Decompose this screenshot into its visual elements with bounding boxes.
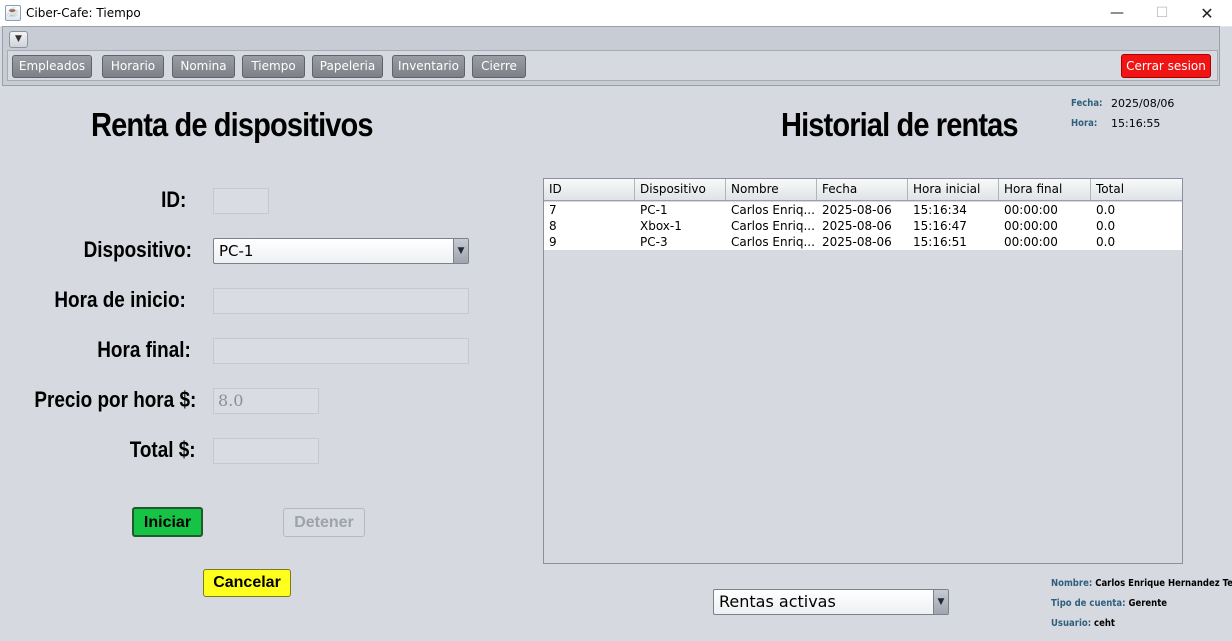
table-cell: 8 [549, 219, 557, 233]
chevron-down-icon: ▼ [933, 590, 948, 614]
username-label: Usuario: [1051, 618, 1092, 629]
table-row[interactable]: 7 PC-1 Carlos Enriq... 2025-08-06 15:16:… [544, 202, 1182, 218]
table-row[interactable]: 9 PC-3 Carlos Enriq... 2025-08-06 15:16:… [544, 234, 1182, 250]
table-cell: 15:16:47 [913, 219, 967, 233]
table-cell: 15:16:34 [913, 203, 967, 217]
title-bar: ☕ Ciber-Cafe: Tiempo — ☐ ✕ [0, 0, 1232, 27]
start-button[interactable]: Iniciar [132, 507, 203, 537]
nav-empleados-button[interactable]: Empleados [12, 55, 92, 78]
user-name-value: Carlos Enrique Hernandez Tellez [1095, 578, 1232, 589]
table-cell: 00:00:00 [1004, 203, 1058, 217]
table-cell: 2025-08-06 [822, 219, 892, 233]
device-select[interactable]: PC-1 ▼ [213, 238, 469, 264]
start-time-label: Hora de inicio: [54, 287, 186, 312]
user-name-label: Nombre: [1051, 578, 1093, 589]
table-cell: 9 [549, 235, 557, 249]
table-cell: 00:00:00 [1004, 235, 1058, 249]
logout-button[interactable]: Cerrar sesion [1121, 54, 1211, 78]
column-header-start-time[interactable]: Hora inicial [908, 179, 999, 200]
rental-filter-select[interactable]: Rentas activas ▼ [713, 589, 949, 615]
total-label: Total $: [130, 437, 196, 462]
java-app-icon: ☕ [5, 5, 21, 21]
collapse-toolbar-button[interactable]: ▼ [9, 31, 28, 48]
close-button[interactable]: ✕ [1184, 0, 1230, 27]
toolbar-panel: ▼ Empleados Horario Nomina Tiempo Papele… [2, 26, 1220, 86]
account-type-label: Tipo de cuenta: [1051, 598, 1126, 609]
chevron-down-icon: ▼ [15, 34, 22, 44]
minimize-button[interactable]: — [1094, 0, 1140, 27]
nav-papeleria-button[interactable]: Papeleria [312, 55, 383, 78]
rental-form-title: Renta de dispositivos [91, 106, 374, 143]
column-header-name[interactable]: Nombre [726, 179, 817, 200]
rental-filter-value: Rentas activas [719, 592, 836, 611]
column-header-end-time[interactable]: Hora final [999, 179, 1091, 200]
id-field[interactable] [213, 188, 269, 214]
id-label: ID: [160, 187, 186, 212]
table-cell: 2025-08-06 [822, 235, 892, 249]
stop-button[interactable]: Detener [283, 508, 365, 537]
price-per-hour-label: Precio por hora $: [34, 387, 196, 412]
table-cell: 0.0 [1096, 219, 1116, 233]
table-cell: Carlos Enriq... [731, 219, 815, 233]
table-cell: PC-1 [640, 203, 668, 217]
time-value: 15:16:55 [1111, 117, 1161, 130]
user-name-row: Nombre: Carlos Enrique Hernandez Tellez [1051, 578, 1232, 589]
date-value: 2025/08/06 [1111, 97, 1175, 110]
nav-cierre-button[interactable]: Cierre [472, 55, 526, 78]
rental-history-title: Historial de rentas [781, 106, 1019, 143]
account-type-row: Tipo de cuenta: Gerente [1051, 598, 1167, 609]
table-cell: Xbox-1 [640, 219, 682, 233]
nav-tiempo-button[interactable]: Tiempo [242, 55, 305, 78]
start-time-field[interactable] [213, 288, 469, 314]
table-cell: Carlos Enriq... [731, 235, 815, 249]
cancel-button[interactable]: Cancelar [203, 569, 291, 597]
end-time-label: Hora final: [97, 337, 191, 362]
username-row: Usuario: ceht [1051, 618, 1115, 629]
table-cell: 0.0 [1096, 203, 1116, 217]
device-select-value: PC-1 [219, 242, 254, 260]
table-cell: 0.0 [1096, 235, 1116, 249]
column-header-id[interactable]: ID [544, 179, 635, 200]
total-field[interactable] [213, 438, 319, 464]
table-cell: 15:16:51 [913, 235, 967, 249]
table-cell: 2025-08-06 [822, 203, 892, 217]
nav-horario-button[interactable]: Horario [102, 55, 164, 78]
column-header-total[interactable]: Total [1091, 179, 1182, 200]
end-time-field[interactable] [213, 338, 469, 364]
table-header: ID Dispositivo Nombre Fecha Hora inicial… [544, 179, 1182, 201]
device-label: Dispositivo: [83, 237, 192, 262]
nav-nomina-button[interactable]: Nomina [172, 55, 235, 78]
column-header-device[interactable]: Dispositivo [635, 179, 726, 200]
column-header-date[interactable]: Fecha [817, 179, 908, 200]
nav-inventario-button[interactable]: Inventario [392, 55, 465, 78]
chevron-down-icon: ▼ [453, 239, 468, 263]
username-value: ceht [1094, 618, 1115, 629]
maximize-button[interactable]: ☐ [1139, 0, 1185, 27]
table-cell: 00:00:00 [1004, 219, 1058, 233]
table-cell: PC-3 [640, 235, 668, 249]
time-label: Hora: [1071, 118, 1098, 129]
table-row[interactable]: 8 Xbox-1 Carlos Enriq... 2025-08-06 15:1… [544, 218, 1182, 234]
nav-strip: Empleados Horario Nomina Tiempo Papeleri… [7, 50, 1218, 81]
window-title: Ciber-Cafe: Tiempo [26, 6, 141, 20]
account-type-value: Gerente [1128, 598, 1168, 609]
table-cell: 7 [549, 203, 557, 217]
table-cell: Carlos Enriq... [731, 203, 815, 217]
rentals-table[interactable]: ID Dispositivo Nombre Fecha Hora inicial… [543, 178, 1183, 564]
date-label: Fecha: [1071, 98, 1103, 109]
price-per-hour-field[interactable]: 8.0 [213, 388, 319, 414]
